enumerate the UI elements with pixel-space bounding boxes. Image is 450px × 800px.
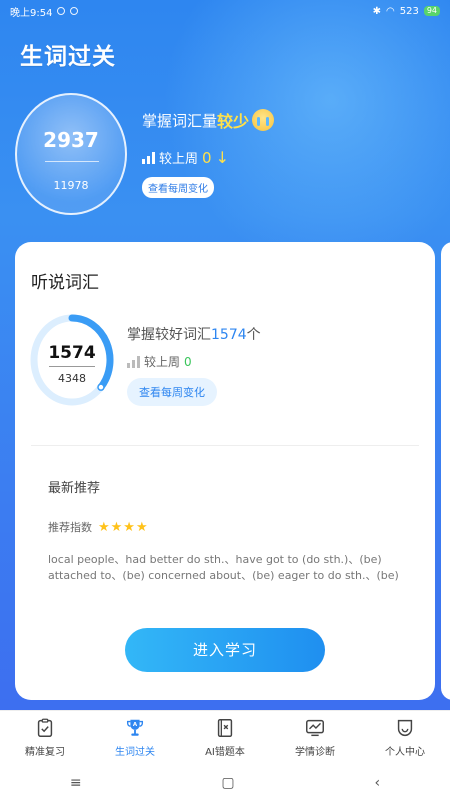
- battery-icon: 94: [423, 6, 440, 16]
- notification-icon-2: [70, 7, 79, 15]
- listening-vocab-card: 听说词汇 1574 4348 掌握较好词汇1574个 较上周 0 查看每周变化 …: [15, 242, 435, 700]
- menu-nav-icon[interactable]: ≡: [70, 775, 82, 791]
- card-weekly-compare: 较上周 0: [127, 353, 192, 370]
- down-arrow-icon: ↓: [215, 148, 229, 167]
- card-divider: [31, 445, 419, 446]
- ring-total-count: 4348: [58, 372, 86, 385]
- recommend-index: 推荐指数 ★★★★: [48, 519, 149, 535]
- progress-ring-knob: [97, 383, 105, 391]
- svg-text:A: A: [133, 722, 138, 728]
- tab-vocab-pass[interactable]: A 生词过关: [90, 711, 180, 766]
- chart-monitor-icon: [306, 719, 324, 737]
- system-nav-bar: ≡ ▢ ‹: [0, 766, 450, 800]
- tab-diagnosis[interactable]: 学情诊断: [270, 711, 360, 766]
- tab-ai-mistakes[interactable]: AI错题本: [180, 711, 270, 766]
- bottom-tab-bar: 精准复习 A 生词过关 AI错题本 学情诊断 个人中心: [0, 710, 450, 766]
- mastered-count: 2937: [43, 128, 99, 152]
- next-card-peek[interactable]: [441, 242, 450, 700]
- network-speed: 523: [399, 5, 419, 17]
- total-count: 11978: [53, 179, 89, 192]
- recommend-index-label: 推荐指数: [48, 521, 92, 534]
- home-nav-icon[interactable]: ▢: [221, 775, 234, 791]
- back-nav-icon[interactable]: ‹: [374, 775, 380, 791]
- signal-bars-icon: [127, 355, 140, 368]
- ring-mastered-count: 1574: [48, 343, 96, 363]
- tab-label: 生词过关: [115, 747, 155, 758]
- start-study-button[interactable]: 进入学习: [125, 628, 325, 672]
- mastered-words-text: 掌握较好词汇1574个: [127, 324, 261, 344]
- weekly-compare: 较上周 0 ↓: [142, 148, 274, 167]
- circle-divider: [45, 161, 99, 162]
- status-bar: 晚上9:54 ✱ ◠ 523 94: [0, 0, 450, 22]
- card-weekly-change-button[interactable]: 查看每周变化: [127, 378, 217, 406]
- wifi-icon: ◠: [385, 5, 395, 17]
- recommended-phrases: local people、had better do sth.、have got…: [48, 553, 399, 582]
- headline-level: 较少: [217, 112, 250, 131]
- card-title: 听说词汇: [31, 273, 99, 293]
- tab-label: AI错题本: [205, 747, 245, 758]
- mastered-prefix: 掌握较好词汇: [127, 327, 211, 343]
- headline-prefix: 掌握词汇量: [142, 111, 218, 130]
- notification-icon: [57, 7, 66, 15]
- tab-label: 个人中心: [385, 747, 425, 758]
- bluetooth-icon: ✱: [372, 5, 381, 17]
- status-time: 晚上9:54: [10, 7, 53, 19]
- compare-label: 较上周: [159, 152, 199, 167]
- tab-label: 精准复习: [25, 747, 65, 758]
- vocab-summary-circle: 2937 11978: [15, 93, 127, 215]
- page-title: 生词过关: [20, 44, 116, 70]
- card-compare-label: 较上周: [144, 355, 181, 369]
- mastered-value: 1574: [211, 327, 247, 343]
- weekly-change-button[interactable]: 查看每周变化: [142, 177, 214, 198]
- card-compare-value: 0: [184, 354, 192, 369]
- tab-label: 学情诊断: [295, 747, 335, 758]
- mastered-suffix: 个: [246, 327, 261, 343]
- crying-face-icon: [252, 109, 275, 131]
- smile-profile-icon: [397, 719, 413, 737]
- compare-value: 0: [202, 148, 212, 167]
- vocab-level-headline: 掌握词汇量 较少: [142, 108, 275, 132]
- star-rating-icon: ★★★★: [98, 519, 149, 535]
- clipboard-check-icon: [37, 718, 53, 737]
- trophy-icon: A: [126, 719, 144, 736]
- signal-bars-icon: [142, 151, 155, 164]
- recommend-title: 最新推荐: [48, 481, 101, 496]
- ring-divider: [49, 366, 95, 367]
- tab-profile[interactable]: 个人中心: [360, 711, 450, 766]
- notebook-icon: [217, 719, 233, 737]
- summary-info: 掌握词汇量 较少 较上周 0 ↓ 查看每周变化: [142, 108, 275, 198]
- tab-precise-review[interactable]: 精准复习: [0, 711, 90, 766]
